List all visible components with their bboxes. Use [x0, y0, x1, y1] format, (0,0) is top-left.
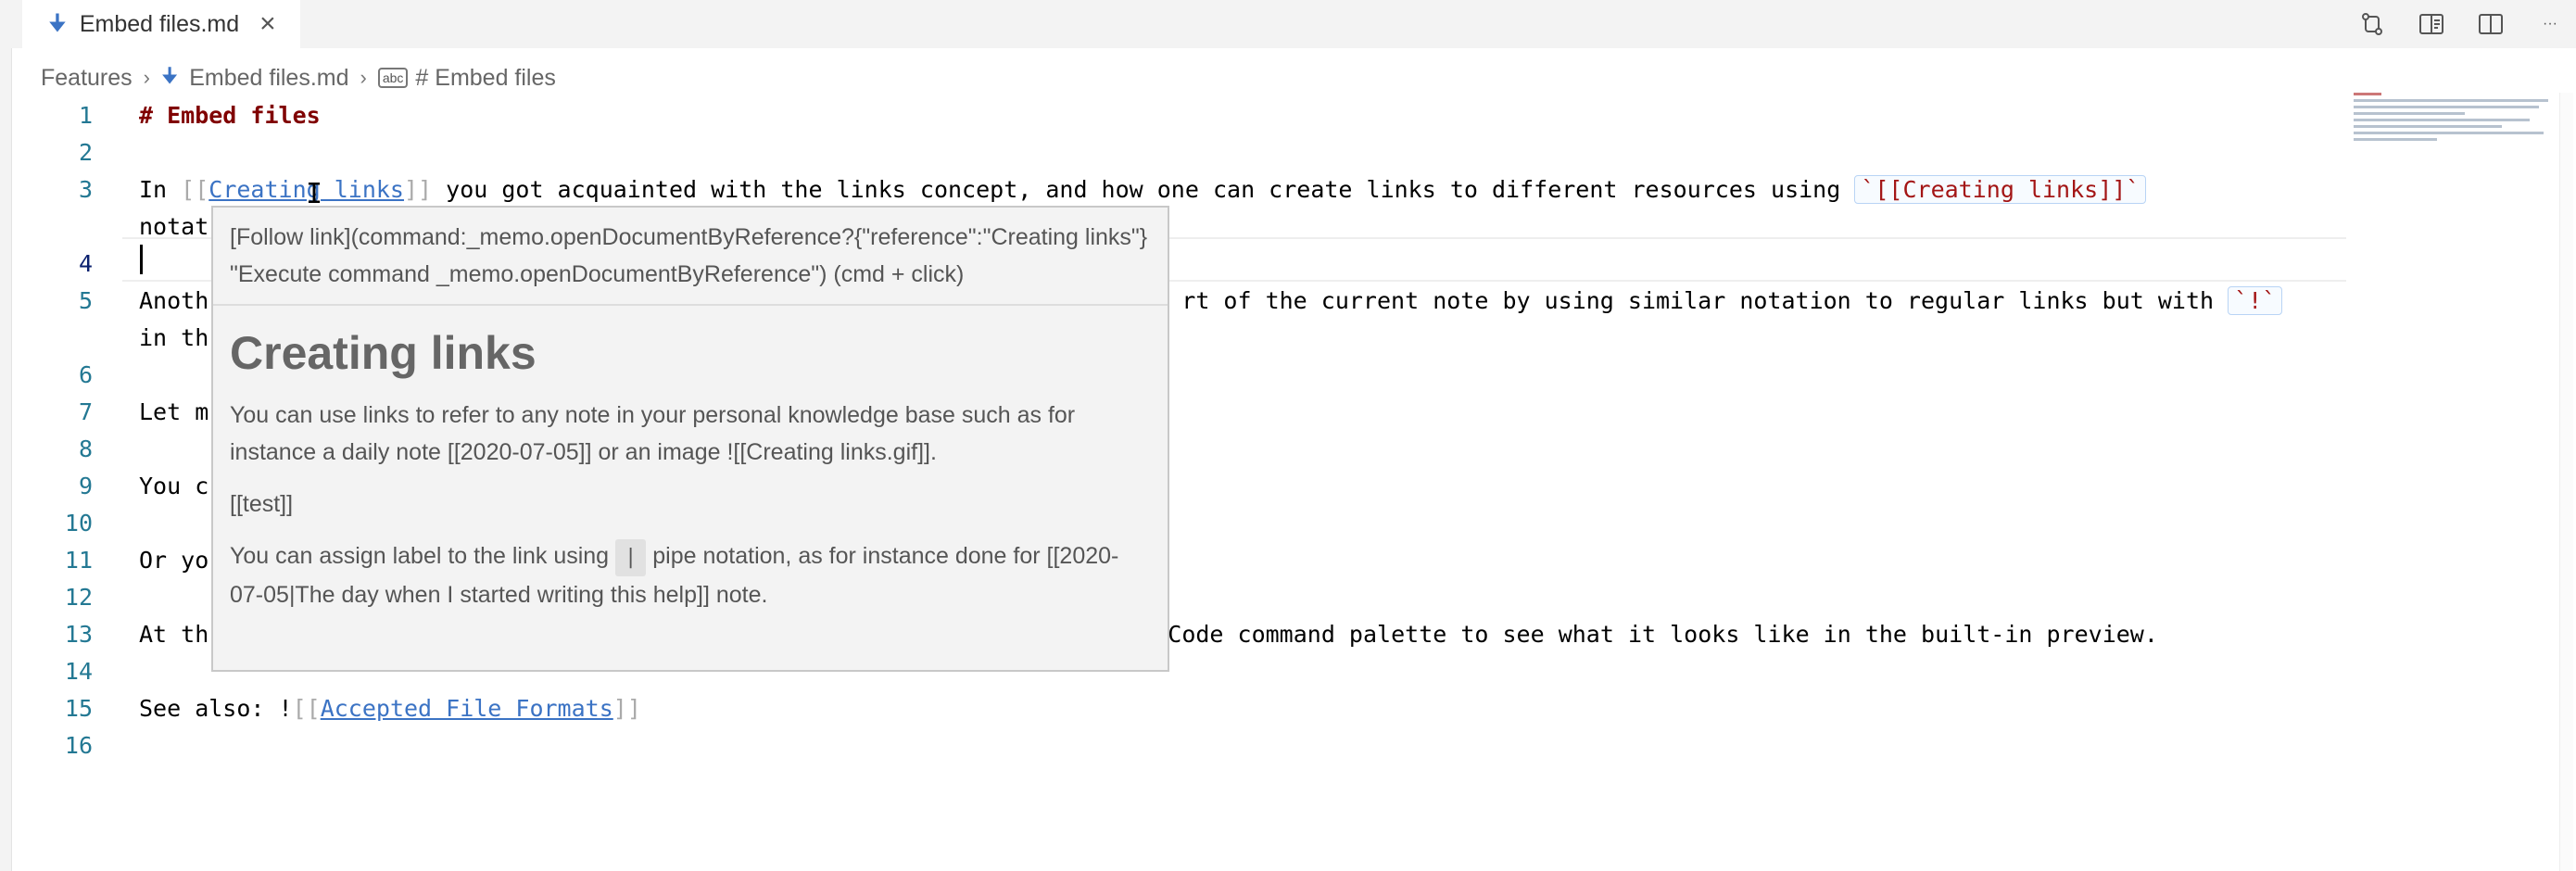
hover-title: Creating links [230, 327, 537, 379]
editor-line: 1 # Embed files [11, 96, 2346, 133]
line-text: You c [139, 472, 209, 499]
split-editor-icon[interactable] [2472, 6, 2509, 43]
line-number: 12 [64, 583, 93, 611]
line-number: 8 [78, 435, 93, 462]
open-preview-to-side-icon[interactable] [2413, 6, 2450, 43]
breadcrumb-symbol[interactable]: # Embed files [415, 65, 555, 92]
line-number: 14 [64, 657, 93, 685]
line-number: 2 [78, 138, 93, 166]
line-number: 13 [64, 620, 93, 648]
line-text: Or yo [139, 546, 209, 574]
line-number: 5 [78, 286, 93, 314]
line-number: 3 [78, 175, 93, 203]
breadcrumb-folder[interactable]: Features [41, 65, 133, 92]
markdown-icon: 🠋 [48, 11, 67, 36]
tab-label: Embed files.md [79, 10, 240, 37]
markdown-icon: 🠋 [161, 64, 179, 87]
hover-paragraph: [[test]] [230, 491, 294, 517]
close-icon[interactable]: × [259, 10, 276, 38]
line-text: Let m [139, 398, 209, 425]
tab-embed-files[interactable]: 🠋 Embed files.md × [22, 0, 300, 48]
breadcrumb-file[interactable]: Embed files.md [189, 65, 348, 92]
hover-paragraph: You can use links to refer to any note i… [230, 402, 1076, 465]
minimap[interactable] [2354, 93, 2557, 204]
line-number: 4 [78, 249, 93, 277]
more-actions-icon[interactable]: ··· [2532, 6, 2569, 43]
inline-code: `!` [2228, 285, 2283, 315]
line-number: 15 [64, 694, 93, 722]
line-number: 6 [78, 360, 93, 388]
tab-bar: 🠋 Embed files.md × ··· [11, 0, 2576, 48]
chevron-right-icon: › [143, 66, 150, 89]
link-hover-popup: [Follow link](command:_memo.openDocument… [211, 206, 1169, 672]
hover-preview: Creating links You can use links to refe… [213, 306, 1168, 641]
text-cursor [140, 245, 143, 274]
pipe-code: | [615, 539, 647, 576]
line-number: 9 [78, 472, 93, 499]
editor-line: 2 [11, 133, 2346, 170]
line-number: 11 [64, 546, 93, 574]
line-text: in th [139, 323, 209, 351]
editor-line: 16 [11, 726, 2346, 764]
inline-code: `[[Creating links]]` [1854, 174, 2147, 204]
chevron-right-icon: › [360, 66, 367, 89]
line-text: # Embed files [139, 101, 321, 129]
line-number: 10 [64, 509, 93, 536]
hover-command[interactable]: [Follow link](command:_memo.openDocument… [213, 208, 1168, 306]
line-text: notat [139, 212, 209, 240]
line-number: 7 [78, 398, 93, 425]
line-text: In [[Creating links]] you got acquainted… [139, 174, 2147, 204]
line-number: 1 [78, 101, 93, 129]
editor-line: 3 In [[Creating links]] you got acquaint… [11, 170, 2346, 208]
vertical-scrollbar[interactable] [2559, 93, 2573, 871]
hover-paragraph: You can assign label to the link using |… [230, 537, 1151, 613]
string-symbol-icon: abc [377, 68, 409, 88]
editor-line: 15 See also: ![[Accepted File Formats]] [11, 689, 2346, 726]
line-number: 16 [64, 731, 93, 759]
editor-actions: ··· [2354, 0, 2569, 48]
open-changes-icon[interactable] [2354, 6, 2391, 43]
line-text: See also: ![[Accepted File Formats]] [139, 694, 641, 722]
wiki-link[interactable]: Accepted File Formats [321, 695, 613, 722]
